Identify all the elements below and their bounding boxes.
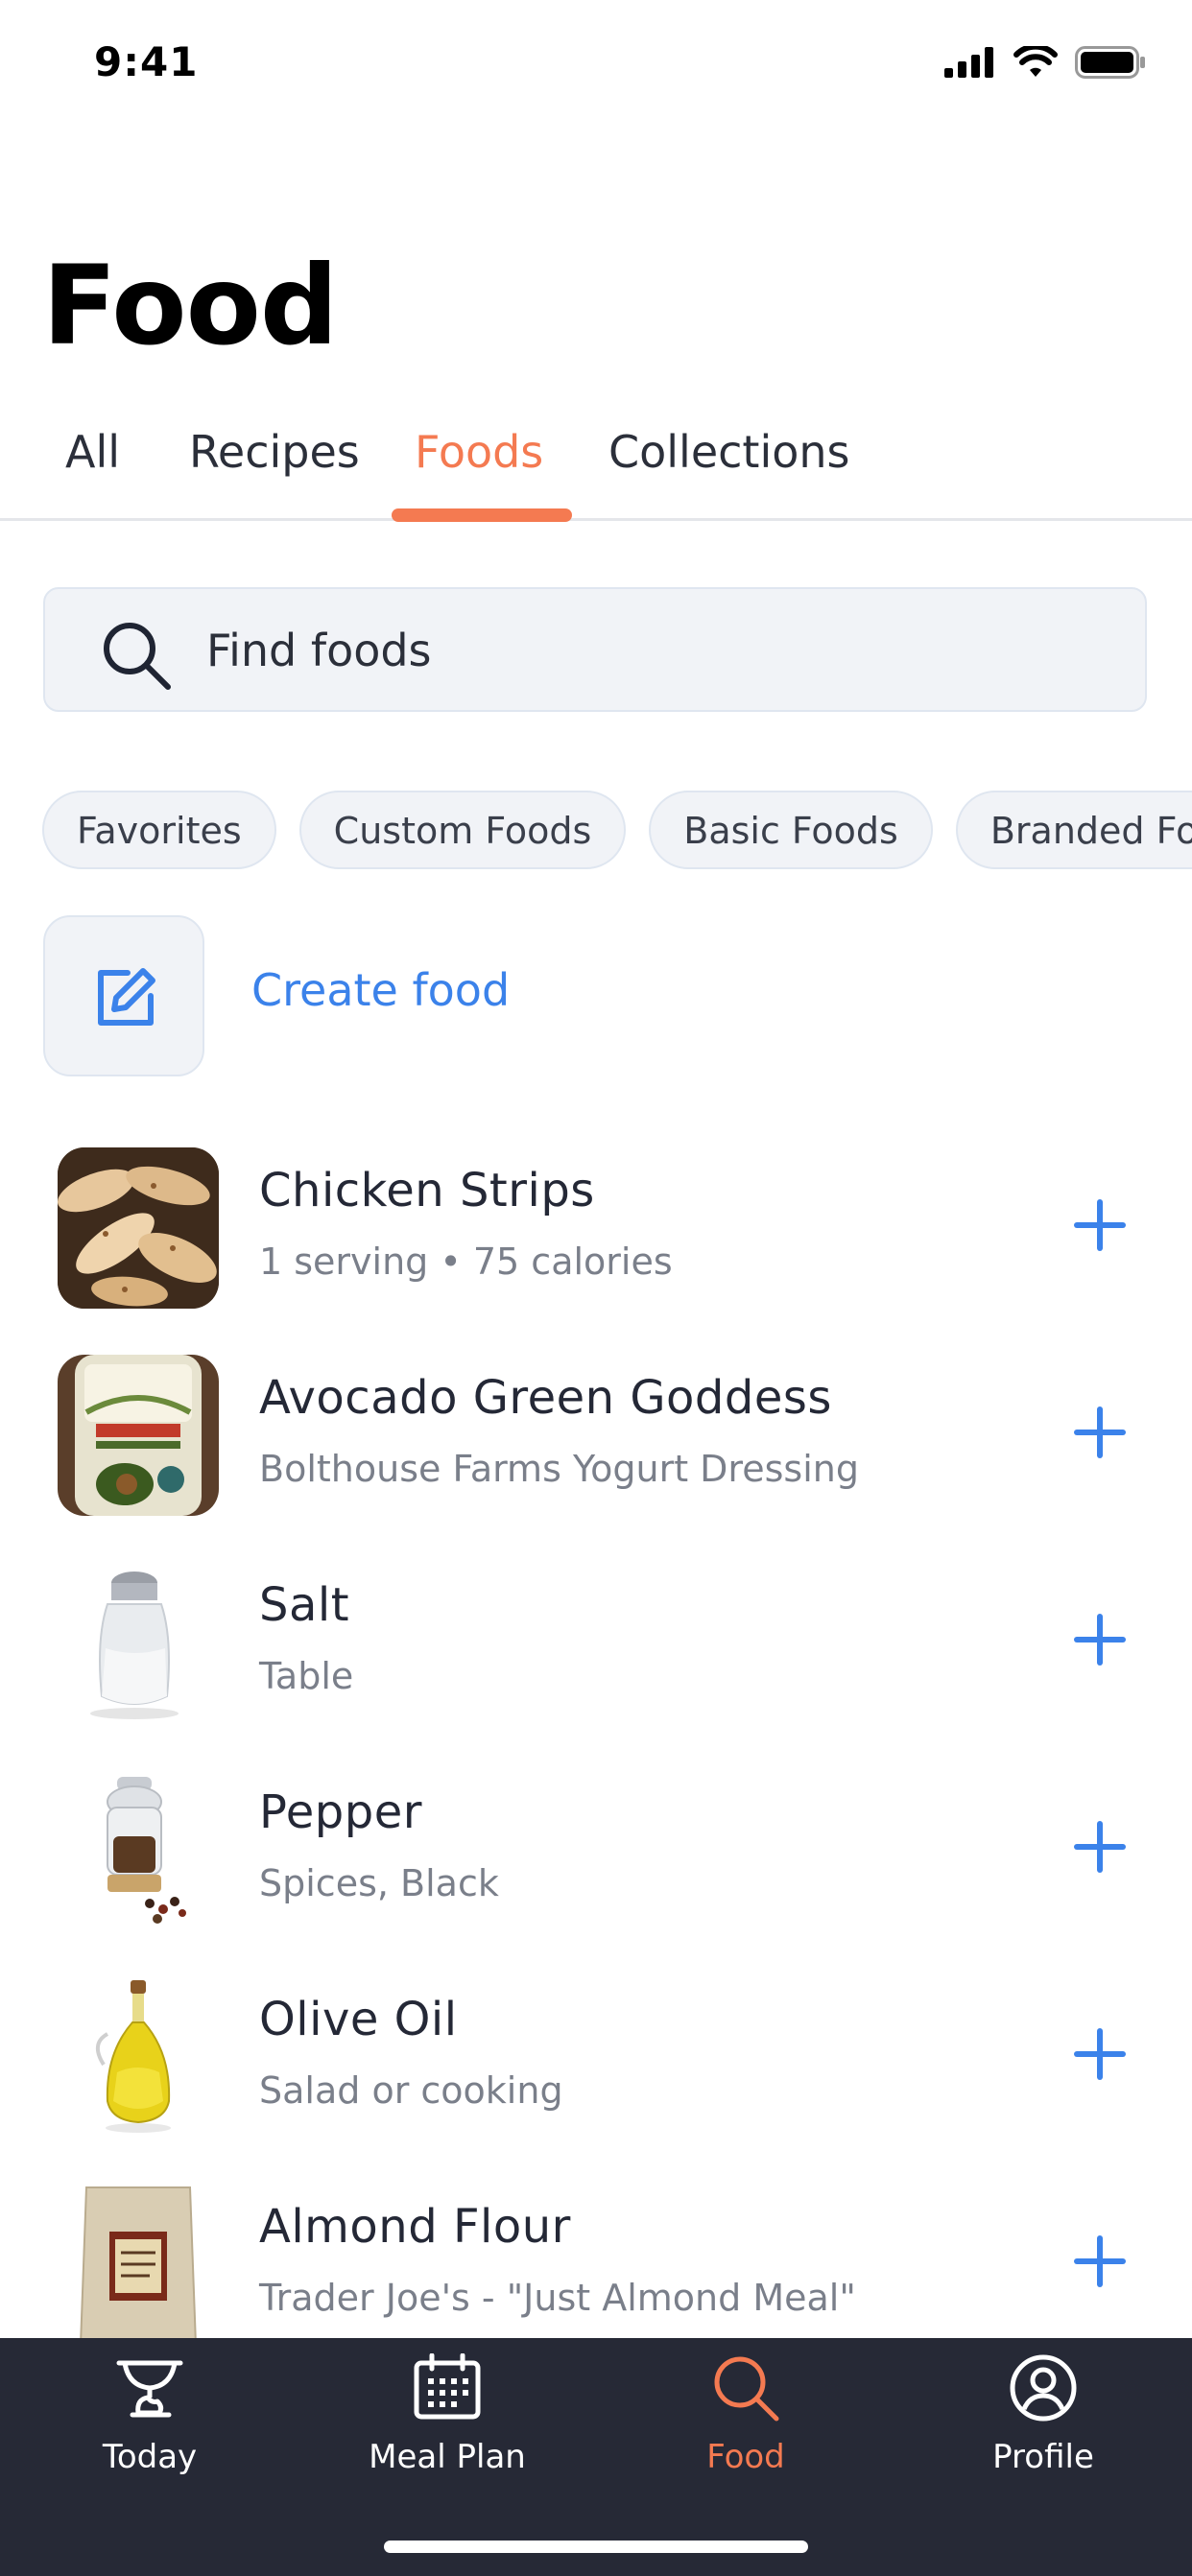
tab-all[interactable]: All [65, 426, 120, 478]
chip-basic-foods[interactable]: Basic Foods [649, 791, 933, 869]
food-name: Almond Flour [259, 2200, 571, 2254]
status-bar: 9:41 [0, 0, 1192, 134]
pepper-grinder-photo [58, 1769, 219, 1930]
list-item-salt[interactable]: Salt Table [0, 1559, 1192, 1732]
nav-label-profile: Profile [992, 2438, 1094, 2476]
food-subtitle: Trader Joe's - "Just Almond Meal" [259, 2277, 856, 2319]
tab-bar: All Recipes Foods Collections [0, 413, 1192, 521]
add-icon[interactable] [1071, 1818, 1129, 1876]
food-name: Avocado Green Goddess [259, 1371, 832, 1425]
list-item-olive-oil[interactable]: Olive Oil Salad or cooking [0, 1973, 1192, 2146]
nav-profile[interactable]: Profile [928, 2338, 1158, 2511]
add-icon[interactable] [1071, 1196, 1129, 1254]
chip-favorites[interactable]: Favorites [42, 791, 276, 869]
tab-foods[interactable]: Foods [415, 426, 543, 478]
add-icon[interactable] [1071, 1404, 1129, 1461]
food-subtitle: Bolthouse Farms Yogurt Dressing [259, 1448, 859, 1490]
active-tab-indicator [392, 508, 572, 522]
tab-recipes[interactable]: Recipes [189, 426, 360, 478]
nav-label-food: Food [706, 2438, 785, 2476]
scale-icon [116, 2360, 183, 2418]
salt-shaker-photo [58, 1562, 219, 1723]
calendar-icon [414, 2353, 481, 2420]
add-icon[interactable] [1071, 1611, 1129, 1668]
add-icon[interactable] [1071, 2025, 1129, 2083]
food-name: Salt [259, 1578, 350, 1632]
search-icon [104, 623, 171, 690]
list-item-avocado-green-goddess[interactable]: Avocado Green Goddess Bolthouse Farms Yo… [0, 1352, 1192, 1524]
food-subtitle: Table [259, 1655, 354, 1697]
nav-today[interactable]: Today [35, 2338, 265, 2511]
dressing-bottle-photo [58, 1355, 219, 1516]
cellular-signal-icon [944, 47, 993, 78]
page-title: Food [42, 242, 338, 369]
status-time: 9:41 [94, 38, 199, 85]
food-name: Chicken Strips [259, 1164, 595, 1217]
almond-flour-bag-photo [58, 2184, 219, 2345]
olive-oil-bottle-photo [58, 1976, 219, 2138]
nav-meal-plan[interactable]: Meal Plan [332, 2338, 562, 2511]
create-food-label[interactable]: Create food [251, 964, 510, 1016]
nav-label-meal-plan: Meal Plan [369, 2438, 526, 2476]
search-input[interactable] [204, 608, 1072, 693]
food-name: Pepper [259, 1785, 422, 1839]
wifi-icon [1013, 46, 1058, 77]
add-icon[interactable] [1071, 2233, 1129, 2290]
status-icons [944, 46, 1146, 79]
food-name: Olive Oil [259, 1993, 458, 2046]
filter-chips: Favorites Custom Foods Basic Foods Branded … [42, 791, 1192, 873]
profile-icon [1010, 2354, 1077, 2422]
search-icon [714, 2356, 779, 2422]
chip-branded-foods[interactable]: Branded Foods [955, 791, 1192, 869]
food-subtitle: 1 serving • 75 calories [259, 1241, 673, 1283]
chicken-strips-photo [58, 1147, 219, 1309]
home-indicator[interactable] [384, 2541, 808, 2553]
battery-icon [1075, 46, 1145, 79]
chip-custom-foods[interactable]: Custom Foods [298, 791, 627, 869]
create-food-button[interactable] [43, 915, 204, 1076]
food-subtitle: Salad or cooking [259, 2069, 563, 2112]
food-subtitle: Spices, Black [259, 1862, 499, 1904]
tab-collections[interactable]: Collections [608, 426, 850, 478]
nav-label-today: Today [102, 2438, 198, 2476]
list-item-chicken-strips[interactable]: Chicken Strips 1 serving • 75 calories [0, 1145, 1192, 1317]
list-item-almond-flour[interactable]: Almond Flour Trader Joe's - "Just Almond… [0, 2181, 1192, 2353]
list-item-pepper[interactable]: Pepper Spices, Black [0, 1766, 1192, 1939]
edit-icon [98, 968, 155, 1026]
nav-food[interactable]: Food [631, 2338, 861, 2511]
search-bar[interactable] [43, 587, 1147, 712]
